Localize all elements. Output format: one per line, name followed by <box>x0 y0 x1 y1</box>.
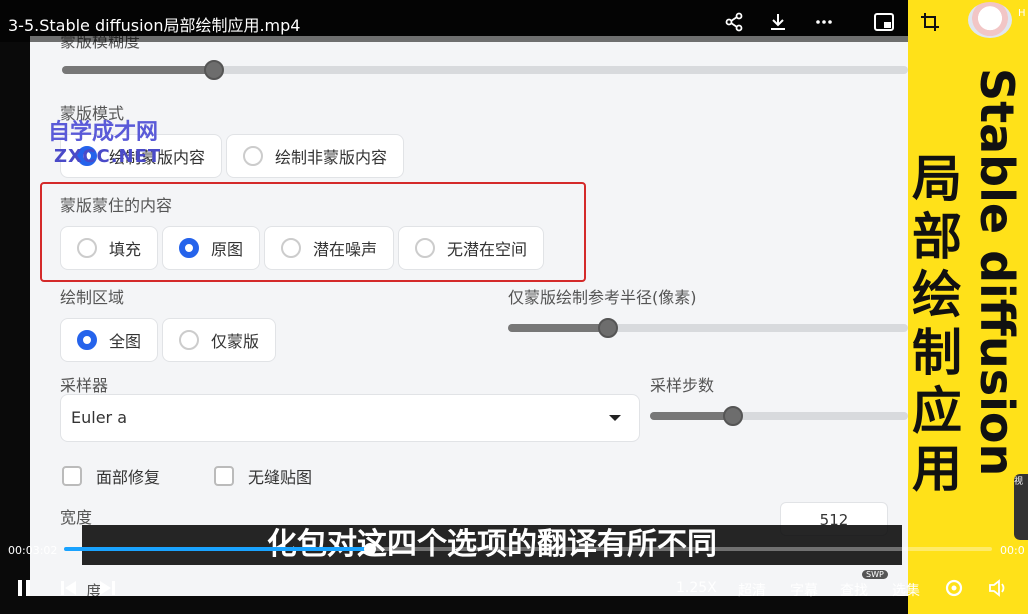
banner-chinese: 局部绘制应用 <box>912 150 962 498</box>
mask-blur-slider-fill <box>62 66 214 74</box>
banner-english: Stable diffusion <box>970 68 1024 477</box>
padding-slider-fill <box>508 324 608 332</box>
mask-blur-slider-thumb[interactable] <box>204 60 224 80</box>
next-icon[interactable] <box>98 578 116 602</box>
checkbox-box <box>214 466 234 486</box>
radio-whole-picture[interactable]: 全图 <box>60 318 159 362</box>
radio-label: 仅蒙版 <box>211 332 260 351</box>
radio-draw-non-mask[interactable]: 绘制非蒙版内容 <box>226 134 405 178</box>
speed-button[interactable]: 1.25X <box>676 580 717 596</box>
progress-fill <box>64 547 370 551</box>
sampler-value: Euler a <box>71 408 128 427</box>
inpaint-area-label: 绘制区域 <box>60 288 125 307</box>
avatar[interactable] <box>968 2 1012 38</box>
radio-only-masked[interactable]: 仅蒙版 <box>162 318 277 362</box>
video-frame[interactable]: 蒙版模糊度 蒙版模式 绘制蒙版内容 绘制非蒙版内容 蒙版蒙住的内容 填充 原图 … <box>0 0 1028 614</box>
radio-dot <box>243 146 264 166</box>
episodes-button[interactable]: 选集 <box>892 580 920 600</box>
watermark-logo: 自学成才网 <box>48 120 159 145</box>
steps-slider-thumb[interactable] <box>723 406 743 426</box>
tiling-checkbox[interactable]: 无缝贴图 <box>214 464 312 488</box>
highlight-box <box>40 182 586 282</box>
previous-icon[interactable] <box>60 578 78 602</box>
checkbox-label: 面部修复 <box>96 468 161 487</box>
share-icon[interactable] <box>722 10 746 34</box>
radio-dot <box>77 330 97 350</box>
padding-slider-thumb[interactable] <box>598 318 618 338</box>
chevron-down-icon <box>609 415 621 421</box>
search-button[interactable]: 查找 <box>840 580 868 600</box>
video-title: 3-5.Stable diffusion局部绘制应用.mp4 <box>8 16 301 35</box>
more-icon[interactable] <box>812 10 836 34</box>
padding-label: 仅蒙版绘制参考半径(像素) <box>508 288 697 307</box>
volume-icon[interactable] <box>988 578 1010 603</box>
quality-button[interactable]: 超清 <box>738 580 766 600</box>
avatar-text: H <box>1018 8 1026 19</box>
radio-dot <box>179 330 200 350</box>
steps-slider-fill <box>650 412 733 420</box>
subtitle-bar: 化包对这四个选项的翻译有所不同 <box>82 525 902 565</box>
side-tab-label: 视 <box>1014 477 1024 487</box>
picture-in-picture-icon[interactable] <box>872 10 896 34</box>
fullscreen-icon[interactable] <box>918 10 942 34</box>
search-badge: SWP <box>862 570 888 579</box>
restore-faces-checkbox[interactable]: 面部修复 <box>62 464 160 488</box>
progress-thumb[interactable] <box>364 543 376 555</box>
steps-label: 采样步数 <box>650 376 715 395</box>
sampler-select[interactable]: Euler a <box>60 394 640 442</box>
captions-button[interactable]: 字幕 <box>790 580 818 600</box>
settings-icon[interactable] <box>944 578 964 603</box>
checkbox-label: 无缝贴图 <box>248 468 313 487</box>
download-icon[interactable] <box>766 10 790 34</box>
sampler-label: 采样器 <box>60 376 109 395</box>
webui-panel: 蒙版模糊度 蒙版模式 绘制蒙版内容 绘制非蒙版内容 蒙版蒙住的内容 填充 原图 … <box>30 36 908 596</box>
checkbox-box <box>62 466 82 486</box>
radio-label: 全图 <box>109 332 142 351</box>
inpaint-area-group: 全图 仅蒙版 <box>60 318 280 362</box>
watermark-url: ZXCC.NET <box>54 146 162 167</box>
side-tab[interactable]: 视 <box>1014 474 1028 540</box>
pause-icon[interactable] <box>16 578 32 602</box>
end-time: 00:0 <box>1000 544 1025 557</box>
radio-label: 绘制非蒙版内容 <box>275 148 388 167</box>
current-time: 00:03:02 <box>8 544 58 557</box>
